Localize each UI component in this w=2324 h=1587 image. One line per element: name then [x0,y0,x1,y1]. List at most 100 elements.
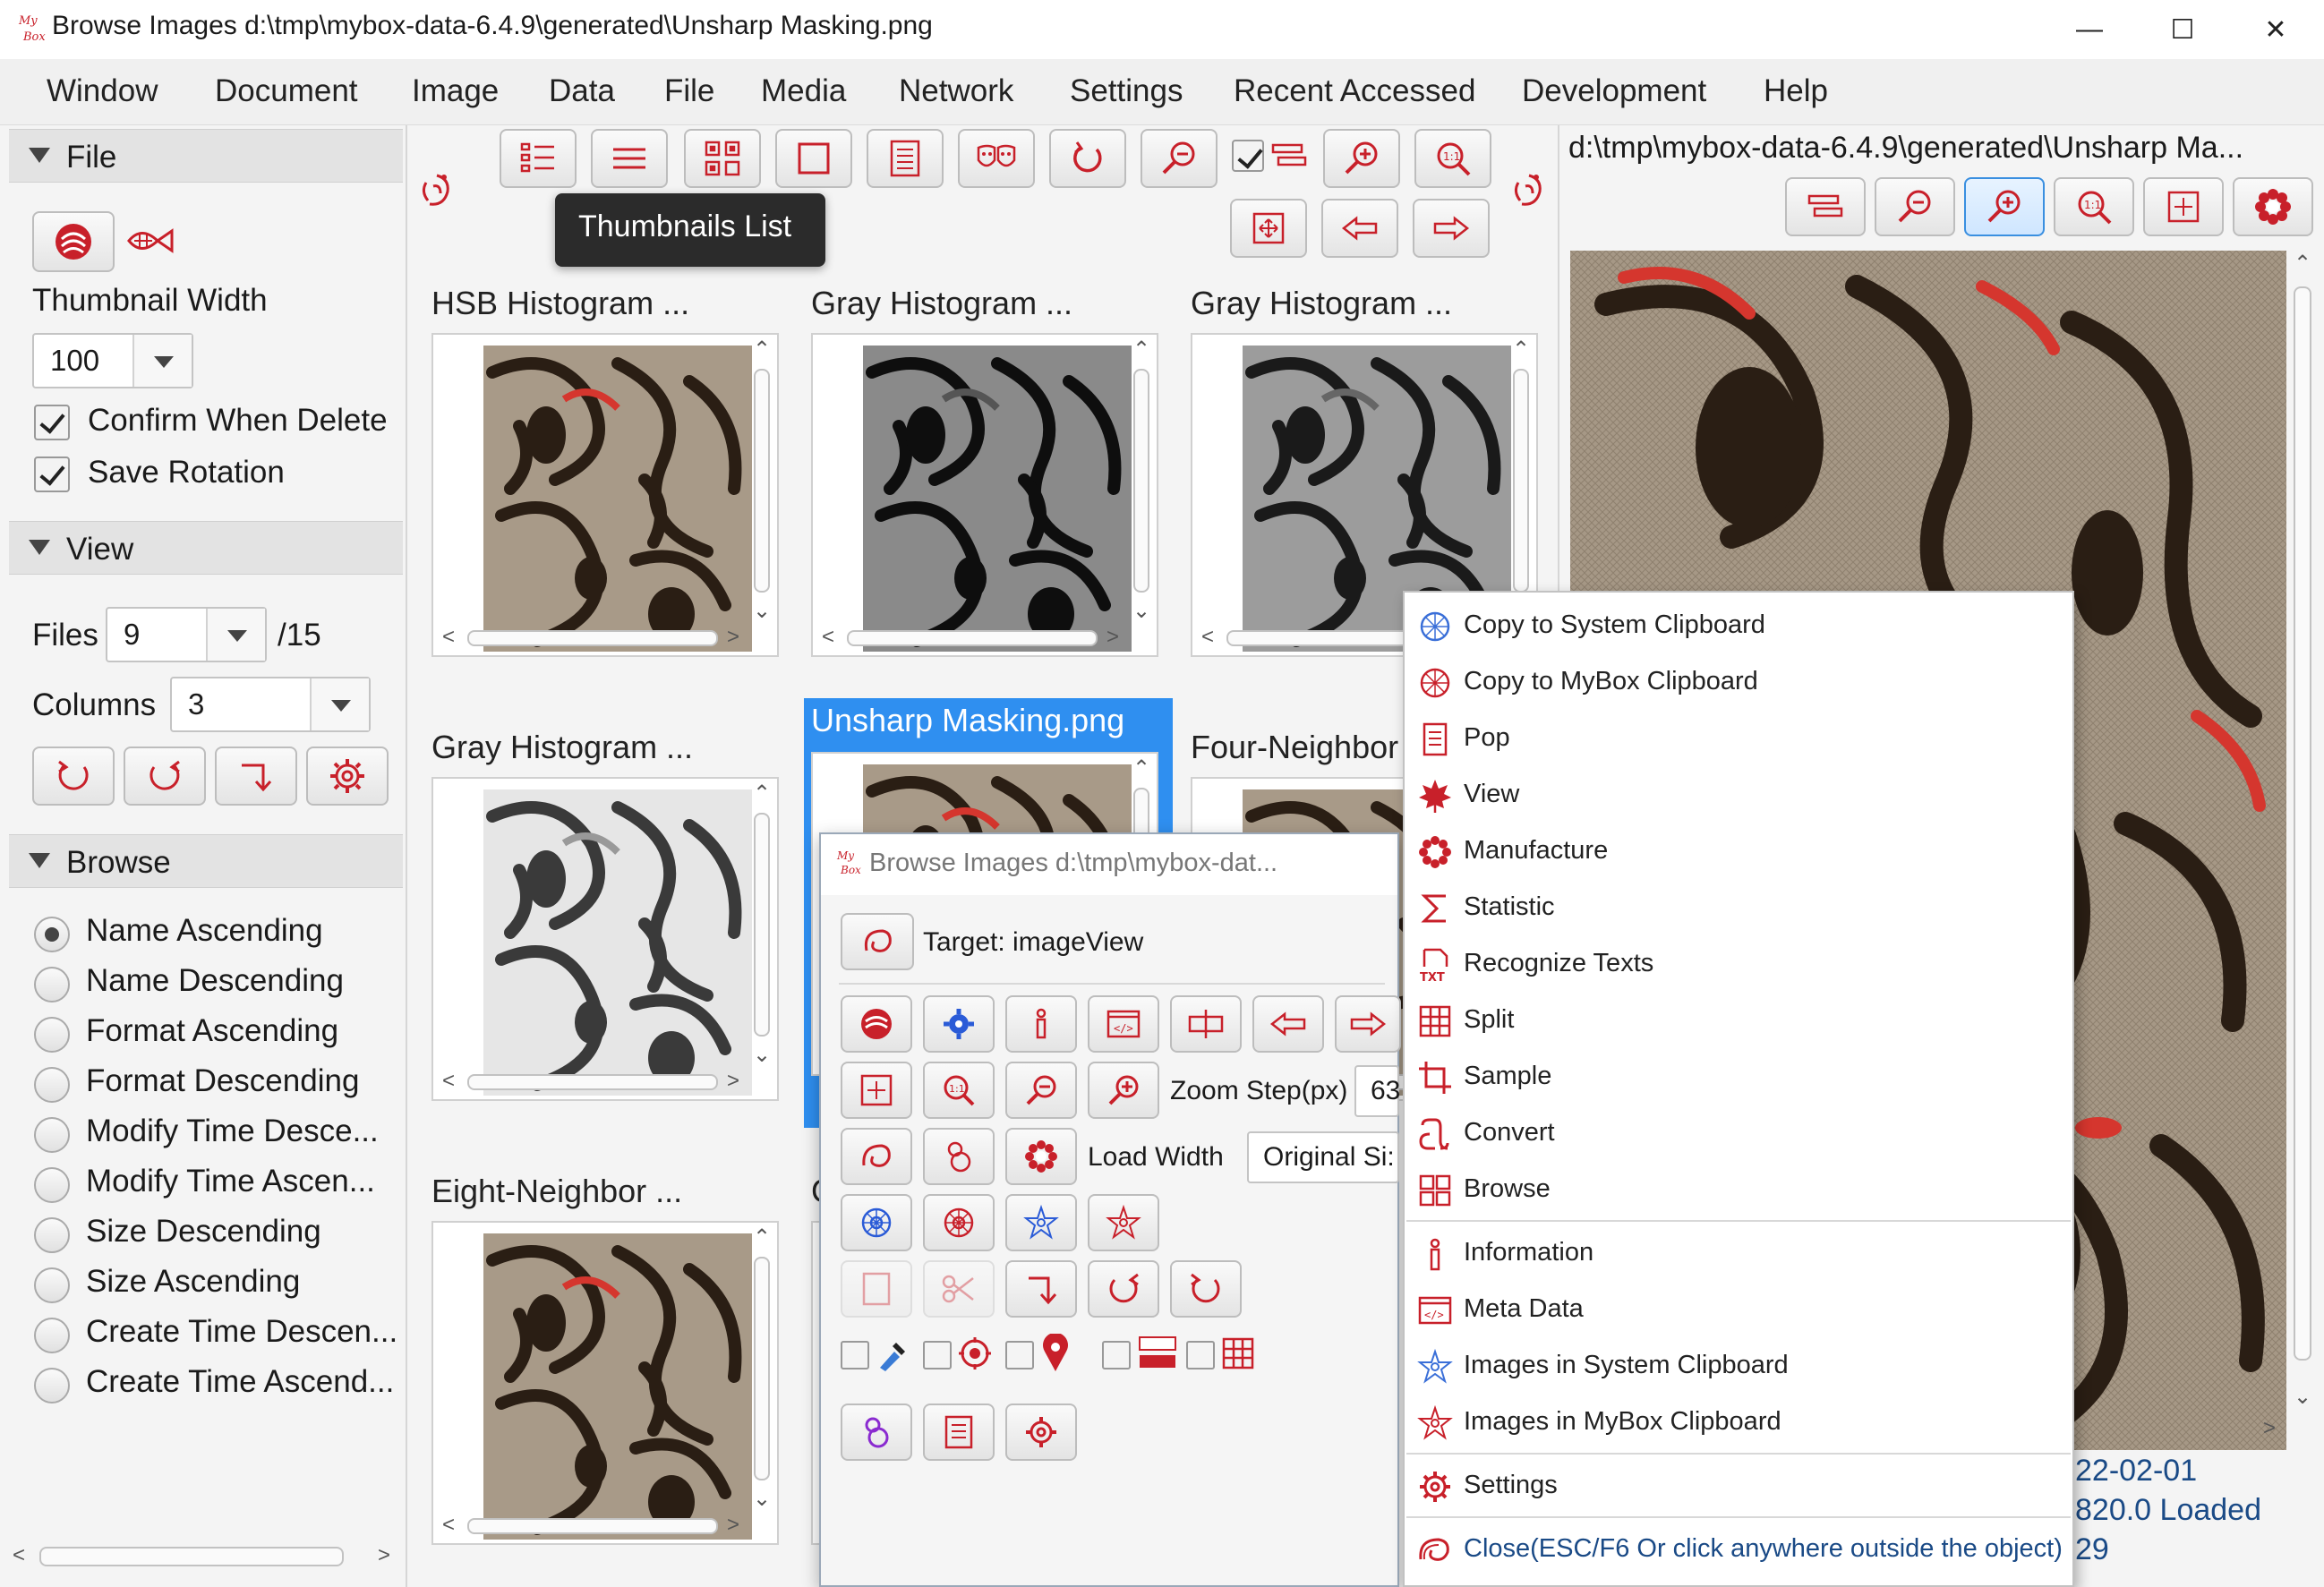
chevron-right-icon[interactable]: > [727,1069,739,1094]
context-menu-item[interactable]: Close(ESC/F6 Or click anywhere outside t… [1405,1522,2072,1577]
sort-radio[interactable] [34,1067,70,1103]
rotate-left-button[interactable] [32,747,115,806]
right-zoom-actual-button[interactable]: 1:1 [2054,177,2134,236]
menu-development[interactable]: Development [1522,73,1706,109]
chevron-down-icon[interactable]: ⌄ [753,1486,771,1512]
context-menu-item[interactable]: TXT Recognize Texts [1405,936,2072,992]
popup-rotate-left-button[interactable] [1170,1260,1242,1318]
sort-radio[interactable] [34,1318,70,1353]
sort-option-label[interactable]: Size Ascending [86,1264,300,1300]
menu-file[interactable]: File [664,73,714,109]
thumbnail-title[interactable]: Eight-Neighbor ... [431,1173,682,1210]
turn-down-button[interactable] [215,747,297,806]
fish-icon[interactable] [125,220,175,266]
scroll-knob[interactable] [754,369,770,593]
chevron-down-icon[interactable] [310,678,369,730]
sort-option-label[interactable]: Format Ascending [86,1013,338,1049]
popup-swirl-button[interactable] [841,1128,912,1185]
chevron-up-icon[interactable]: ⌃ [753,781,771,806]
thumbnail-hscrollbar[interactable]: <> [440,1513,745,1538]
coordinate-checkbox[interactable] [1005,1341,1034,1369]
right-flower-button[interactable] [2233,177,2313,236]
load-width-select[interactable]: Original Si: [1247,1131,1399,1183]
context-menu-item[interactable]: </> Meta Data [1405,1282,2072,1337]
menu-network[interactable]: Network [899,73,1013,109]
refresh-button[interactable] [1049,129,1126,188]
chevron-up-icon[interactable]: ⌃ [753,337,771,363]
sort-option-label[interactable]: Modify Time Ascen... [86,1164,375,1199]
scroll-knob[interactable] [2294,286,2311,1361]
pick-color-checkbox[interactable] [841,1341,869,1369]
save-rotation-checkbox[interactable] [34,456,70,492]
menu-window[interactable]: Window [47,73,158,109]
next-button[interactable] [1413,199,1490,258]
sort-option-label[interactable]: Modify Time Desce... [86,1113,379,1149]
chevron-left-icon[interactable]: < [442,1069,455,1094]
view-section-header[interactable]: View [9,521,403,575]
meta-button[interactable] [958,129,1035,188]
chevron-right-icon[interactable]: > [1106,625,1119,650]
menu-settings[interactable]: Settings [1070,73,1183,109]
chevron-left-icon[interactable]: < [1201,625,1214,650]
browse-section-header[interactable]: Browse [9,834,403,888]
chevron-up-icon[interactable]: ⌃ [753,1224,771,1250]
menu-media[interactable]: Media [761,73,846,109]
chevron-down-icon[interactable]: ⌄ [753,1042,771,1068]
popup-zoom-actual-button[interactable]: 1:1 [923,1062,995,1119]
popup-cut-button[interactable] [923,1260,995,1318]
context-menu-item[interactable]: Settings [1405,1458,2072,1514]
popup-zoom-out-button[interactable] [1005,1062,1077,1119]
chevron-down-icon[interactable]: ⌄ [1132,598,1150,624]
popup-target-button[interactable] [841,913,914,970]
previous-button[interactable] [1321,199,1398,258]
context-menu-item[interactable]: Information [1405,1225,2072,1281]
context-menu-item[interactable]: Convert [1405,1105,2072,1161]
sort-option-label[interactable]: Size Descending [86,1214,321,1250]
zoom-out-button[interactable] [1141,129,1218,188]
popup-next-button[interactable] [1335,995,1401,1053]
zoom-actual-button[interactable]: 1:1 [1414,129,1491,188]
menu-help[interactable]: Help [1764,73,1828,109]
thumbnail-title[interactable]: Gray Histogram ... [811,285,1072,322]
thumbnail-width-combo[interactable]: 100 [32,333,193,388]
context-menu-item[interactable]: Images in MyBox Clipboard [1405,1395,2072,1450]
thumbnail-card[interactable]: ⌃ ⌄ <> [431,1221,779,1545]
files-combo[interactable]: 9 [106,607,267,662]
chevron-left-icon[interactable]: < [13,1543,25,1568]
scroll-knob[interactable] [467,1074,718,1090]
context-menu-item[interactable]: Statistic [1405,880,2072,935]
thumbnail-vscrollbar[interactable]: ⌃⌄ [1509,337,1533,623]
chevron-left-icon[interactable]: < [442,625,455,650]
sort-option-label[interactable]: Create Time Descen... [86,1314,397,1350]
context-menu-item[interactable]: Split [1405,993,2072,1048]
thumbnail-card[interactable]: ⌃ ⌄ < > [431,777,779,1101]
sort-option-label[interactable]: Name Ascending [86,913,323,949]
chevron-left-icon[interactable]: < [822,625,834,650]
align-icon[interactable] [1269,136,1309,180]
maximize-button[interactable]: ☐ [2136,0,2229,59]
thumbnail-vscrollbar[interactable]: ⌃⌄ [1130,337,1153,623]
zoom-step-input[interactable]: 63 [1354,1065,1400,1117]
confirm-delete-checkbox[interactable] [34,405,70,440]
popup-meta-button[interactable]: </> [1088,995,1159,1053]
scroll-knob[interactable] [467,630,718,646]
context-menu-item[interactable]: Images in System Clipboard [1405,1338,2072,1394]
thumbnail-title[interactable]: Four-Neighbor [1191,729,1398,766]
chevron-down-icon[interactable] [132,335,192,387]
sort-option-label[interactable]: Name Descending [86,963,344,999]
chevron-down-icon[interactable]: ⌄ [2294,1384,2311,1410]
chevron-up-icon[interactable]: ⌃ [1132,755,1150,781]
popup-system-images-button[interactable] [1005,1194,1077,1251]
right-zoom-out-button[interactable] [1875,177,1955,236]
right-fit-button[interactable] [2143,177,2224,236]
popup-gourd-purple-button[interactable] [841,1404,912,1461]
sort-radio[interactable] [34,1267,70,1303]
scroll-knob[interactable] [1513,369,1529,593]
thumbnails-list-button[interactable] [591,129,668,188]
sort-radio[interactable] [34,1167,70,1203]
chevron-right-icon[interactable]: > [2263,1416,2276,1441]
chevron-down-icon[interactable]: ⌄ [753,598,771,624]
context-menu-item[interactable]: Copy to MyBox Clipboard [1405,654,2072,710]
left-panel-hscrollbar[interactable]: < > [7,1541,392,1572]
grid-checkbox[interactable] [1186,1341,1215,1369]
